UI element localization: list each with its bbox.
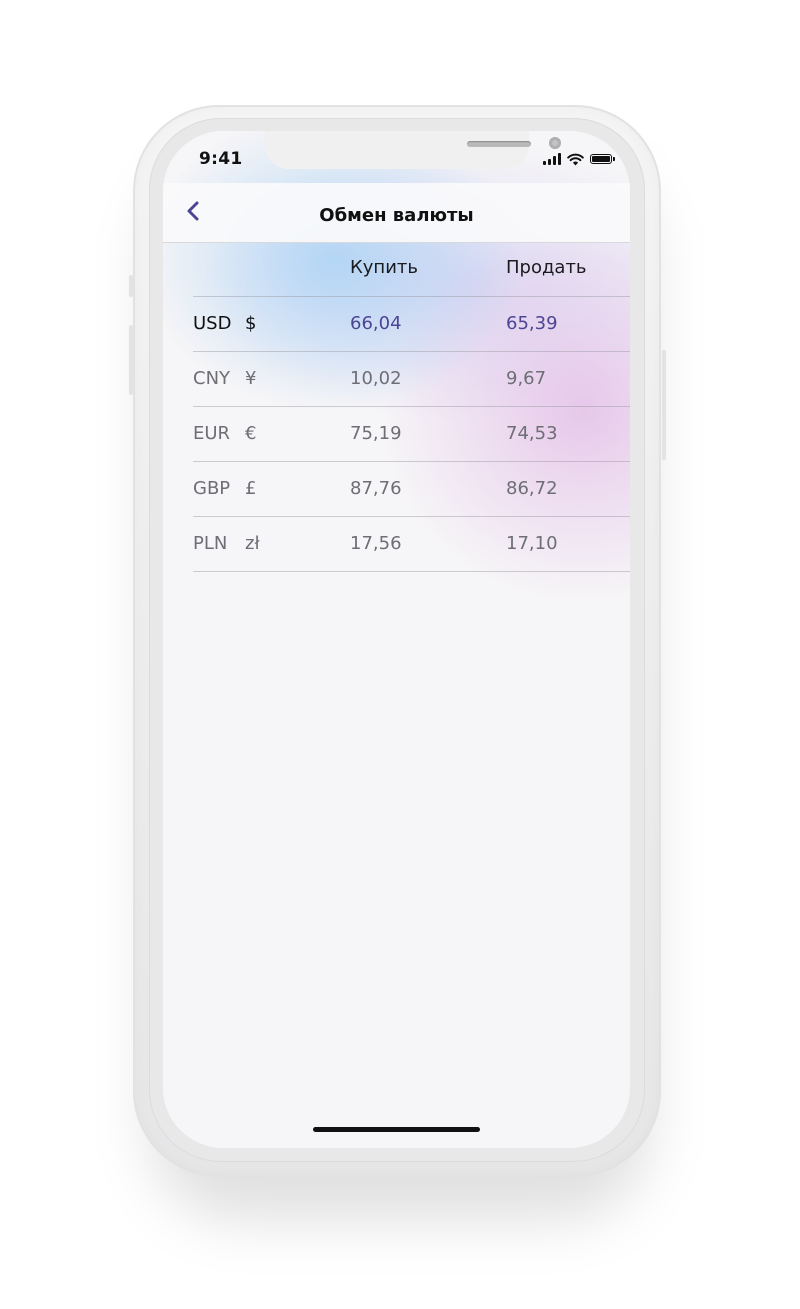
volume-down-button <box>129 325 133 395</box>
currency-symbol: $ <box>245 313 257 334</box>
status-icons <box>543 152 615 166</box>
sell-rate: 65,39 <box>506 313 558 334</box>
currency-code: USD <box>193 313 232 334</box>
buy-rate: 87,76 <box>350 478 402 499</box>
device-stage: 9:41 Обмен валюты Купить Продать USD $ 6… <box>0 0 800 1309</box>
currency-symbol: £ <box>245 478 257 499</box>
currency-row-pln[interactable]: PLN zł 17,56 17,10 <box>193 517 630 572</box>
currency-symbol: zł <box>245 533 260 554</box>
currency-row-gbp[interactable]: GBP £ 87,76 86,72 <box>193 462 630 517</box>
buy-rate: 17,56 <box>350 533 402 554</box>
currency-code: CNY <box>193 368 231 389</box>
front-camera <box>549 137 561 149</box>
currency-row-eur[interactable]: EUR € 75,19 74,53 <box>193 407 630 462</box>
exchange-rate-table: Купить Продать USD $ 66,04 65,39 CNY ¥ 1… <box>193 243 630 572</box>
phone-screen: 9:41 Обмен валюты Купить Продать USD $ 6… <box>163 131 630 1148</box>
sell-rate: 9,67 <box>506 368 547 389</box>
currency-code: PLN <box>193 533 228 554</box>
power-button <box>662 350 666 460</box>
battery-icon <box>590 154 615 164</box>
navigation-bar: Обмен валюты <box>163 183 630 243</box>
sell-rate: 86,72 <box>506 478 558 499</box>
wifi-icon <box>567 153 584 165</box>
currency-row-cny[interactable]: CNY ¥ 10,02 9,67 <box>193 352 630 407</box>
sell-rate: 17,10 <box>506 533 558 554</box>
currency-code: EUR <box>193 423 231 444</box>
currency-symbol: € <box>245 423 257 444</box>
home-indicator[interactable] <box>313 1127 480 1132</box>
buy-rate: 75,19 <box>350 423 402 444</box>
cellular-signal-icon <box>543 153 561 165</box>
currency-code: GBP <box>193 478 231 499</box>
buy-rate: 66,04 <box>350 313 402 334</box>
status-time: 9:41 <box>199 149 243 169</box>
page-title: Обмен валюты <box>319 205 474 226</box>
volume-up-button <box>129 275 133 297</box>
table-header: Купить Продать <box>193 243 630 297</box>
notch <box>265 131 561 169</box>
sell-rate: 74,53 <box>506 423 558 444</box>
earpiece-speaker <box>467 141 531 147</box>
column-header-sell: Продать <box>506 257 587 278</box>
currency-symbol: ¥ <box>245 368 257 389</box>
currency-row-usd[interactable]: USD $ 66,04 65,39 <box>193 297 630 352</box>
column-header-buy: Купить <box>350 257 418 278</box>
buy-rate: 10,02 <box>350 368 402 389</box>
